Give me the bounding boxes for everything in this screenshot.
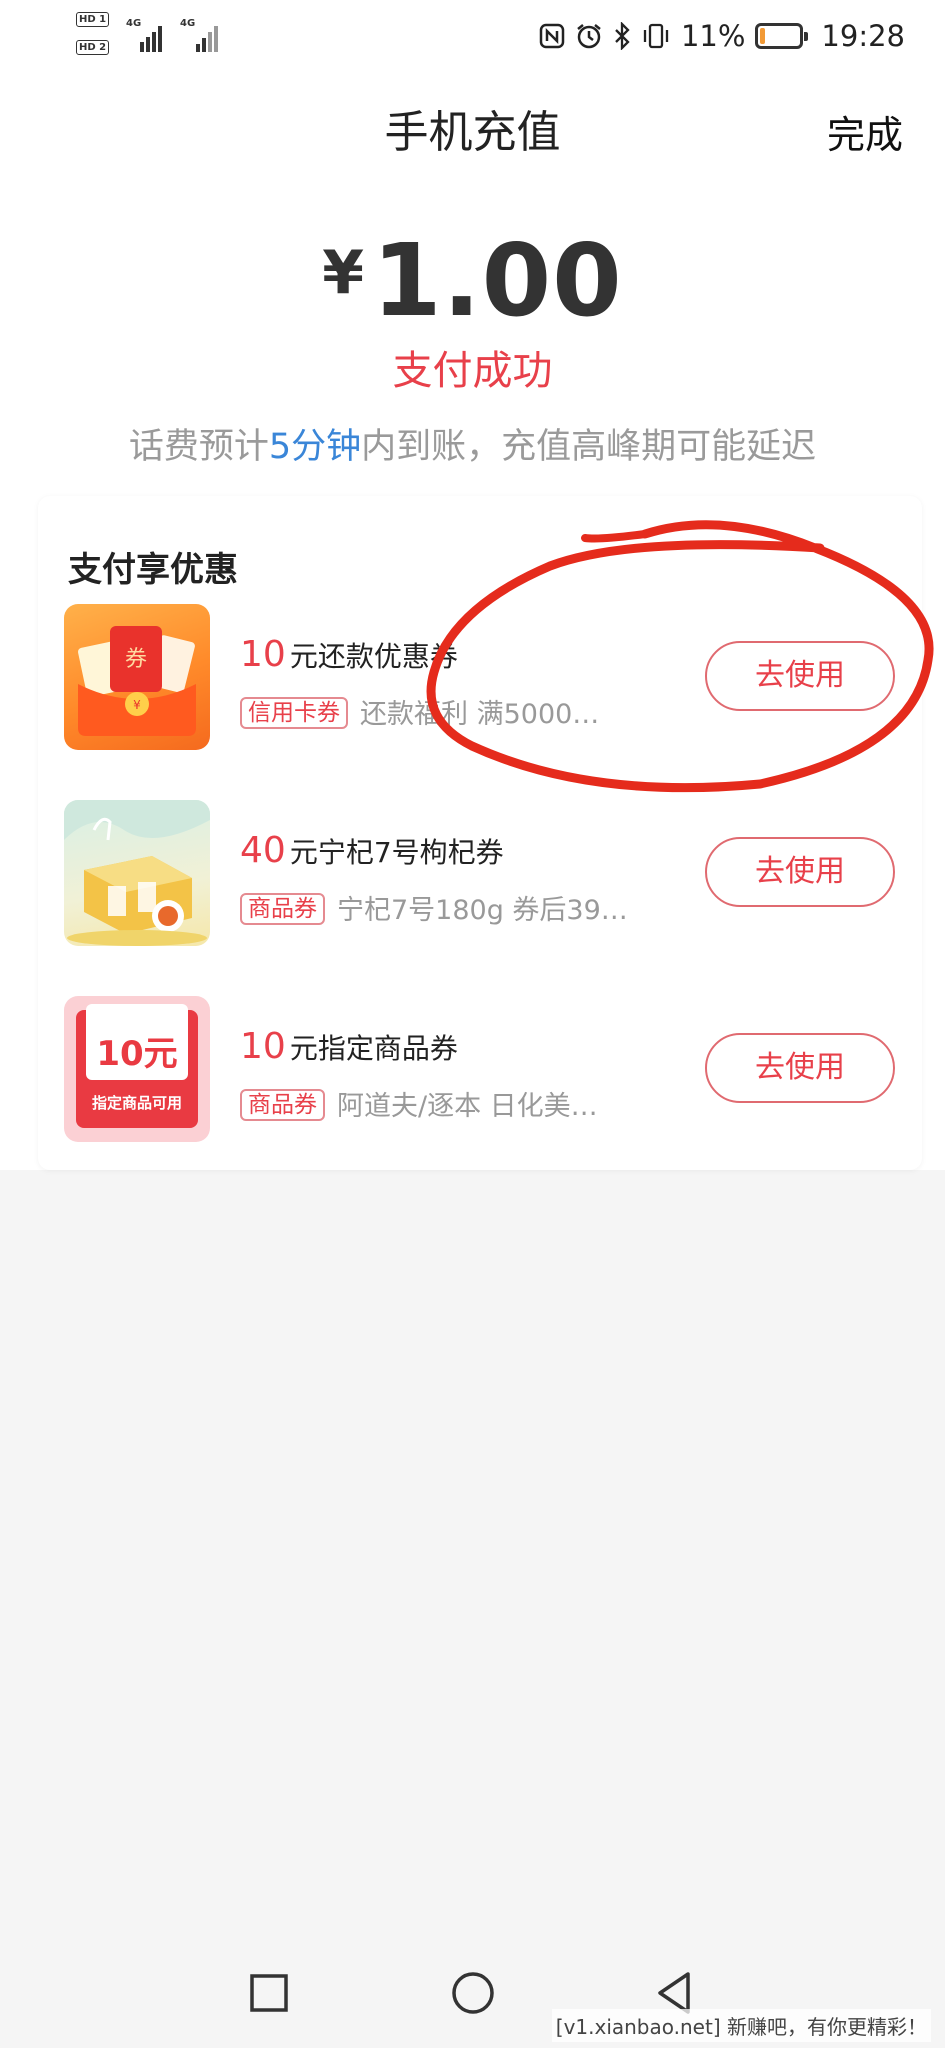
coupon-title: 40 元宁杞7号枸杞券 [240, 830, 504, 871]
coupon-name: 元指定商品券 [289, 1032, 458, 1065]
payment-status: 支付成功 [392, 348, 553, 394]
voucher-caption: 指定商品可用 [91, 1094, 182, 1112]
coupon-title: 10 元还款优惠券 [240, 634, 458, 675]
system-nav-bar: [v1.xianbao.net] 新赚吧，有你更精彩！ [0, 1940, 945, 2048]
coupon-amount: 40 [240, 830, 286, 871]
red-envelope-icon: 券 ¥ [64, 604, 210, 750]
clock: 19:28 [821, 19, 905, 53]
arrival-notice: 话费预计5分钟内到账，充值高峰期可能延迟 [0, 418, 945, 469]
offers-card: 支付享优惠 券 ¥ 10元还款优惠券 信用卡券还款福利 满5000… 去使用 [38, 496, 922, 1170]
coupon-item[interactable]: 10元 指定商品可用 10 元指定商品券 商品券 阿道夫/逐本 日化美… 去使用 [38, 996, 922, 1146]
use-coupon-button[interactable]: 去使用 [705, 1033, 895, 1103]
coupon-amount: 10 [240, 634, 286, 675]
nfc-icon [539, 23, 565, 49]
coupon-subtitle: 信用卡券 还款福利 满5000… [240, 692, 599, 731]
signal-area: HD 1 HD 2 4G 4G [76, 10, 246, 64]
status-bar: HD 1 HD 2 4G 4G 11% 19:28 [0, 0, 945, 72]
coupon-desc: 还款福利 满5000… [360, 699, 600, 730]
battery-icon [755, 23, 809, 49]
coupon-item[interactable]: 40 元宁杞7号枸杞券 商品券 宁杞7号180g 券后39… 去使用 [38, 800, 922, 950]
use-coupon-button[interactable]: 去使用 [705, 837, 895, 907]
currency-symbol: ¥ [322, 238, 364, 308]
coupon-subtitle: 商品券 宁杞7号180g 券后39… [240, 888, 628, 927]
hd1-indicator: HD 1 [76, 12, 116, 30]
bluetooth-icon [615, 22, 630, 50]
hd2-indicator: HD 2 [76, 40, 116, 58]
page-title: 手机充值 [384, 107, 561, 158]
coupon-amount: 10 [240, 1026, 286, 1067]
home-button[interactable] [448, 1968, 498, 2018]
voucher-value: 10元 [96, 1034, 178, 1074]
coupon-desc: 宁杞7号180g 券后39… [337, 895, 628, 926]
coupon-item[interactable]: 券 ¥ 10 元还款优惠券 信用卡券 还款福利 满5000… 去使用 [38, 604, 922, 754]
coupon-name: 元还款优惠券 [289, 640, 458, 673]
amount-value: 1.00 [372, 222, 623, 339]
recent-apps-button[interactable] [244, 1968, 294, 2018]
coupon-desc: 阿道夫/逐本 日化美… [337, 1091, 598, 1122]
signal-1-icon: 4G [126, 18, 166, 52]
offers-title: 支付享优惠 [68, 550, 238, 590]
goji-box-icon [64, 800, 210, 946]
coupon-tag: 商品券 [240, 1089, 325, 1121]
coupon-tag: 信用卡券 [240, 697, 348, 729]
coupon-tag: 商品券 [240, 893, 325, 925]
signal-2-icon: 4G [180, 18, 230, 52]
vibrate-icon [643, 23, 669, 49]
status-icons: 11% 19:28 [539, 14, 905, 58]
done-button[interactable]: 完成 [827, 104, 903, 159]
alarm-icon [577, 24, 601, 49]
use-coupon-button[interactable]: 去使用 [705, 641, 895, 711]
battery-percent: 11% [680, 19, 746, 53]
notice-highlight: 5分钟 [268, 427, 362, 467]
svg-text:券: 券 [125, 647, 147, 672]
watermark: [v1.xianbao.net] 新赚吧，有你更精彩！ [551, 2009, 931, 2042]
coupon-title: 10 元指定商品券 [240, 1026, 458, 1067]
coupon-subtitle: 商品券 阿道夫/逐本 日化美… [240, 1084, 598, 1123]
payment-amount: ¥1.00 [0, 222, 945, 339]
svg-text:¥: ¥ [133, 698, 141, 712]
voucher-icon: 10元 指定商品可用 [64, 996, 210, 1142]
notice-text-post: 内到账，充值高峰期可能延迟 [361, 427, 817, 467]
notice-text-pre: 话费预计 [128, 427, 269, 467]
coupon-name: 元宁杞7号枸杞券 [289, 836, 504, 869]
